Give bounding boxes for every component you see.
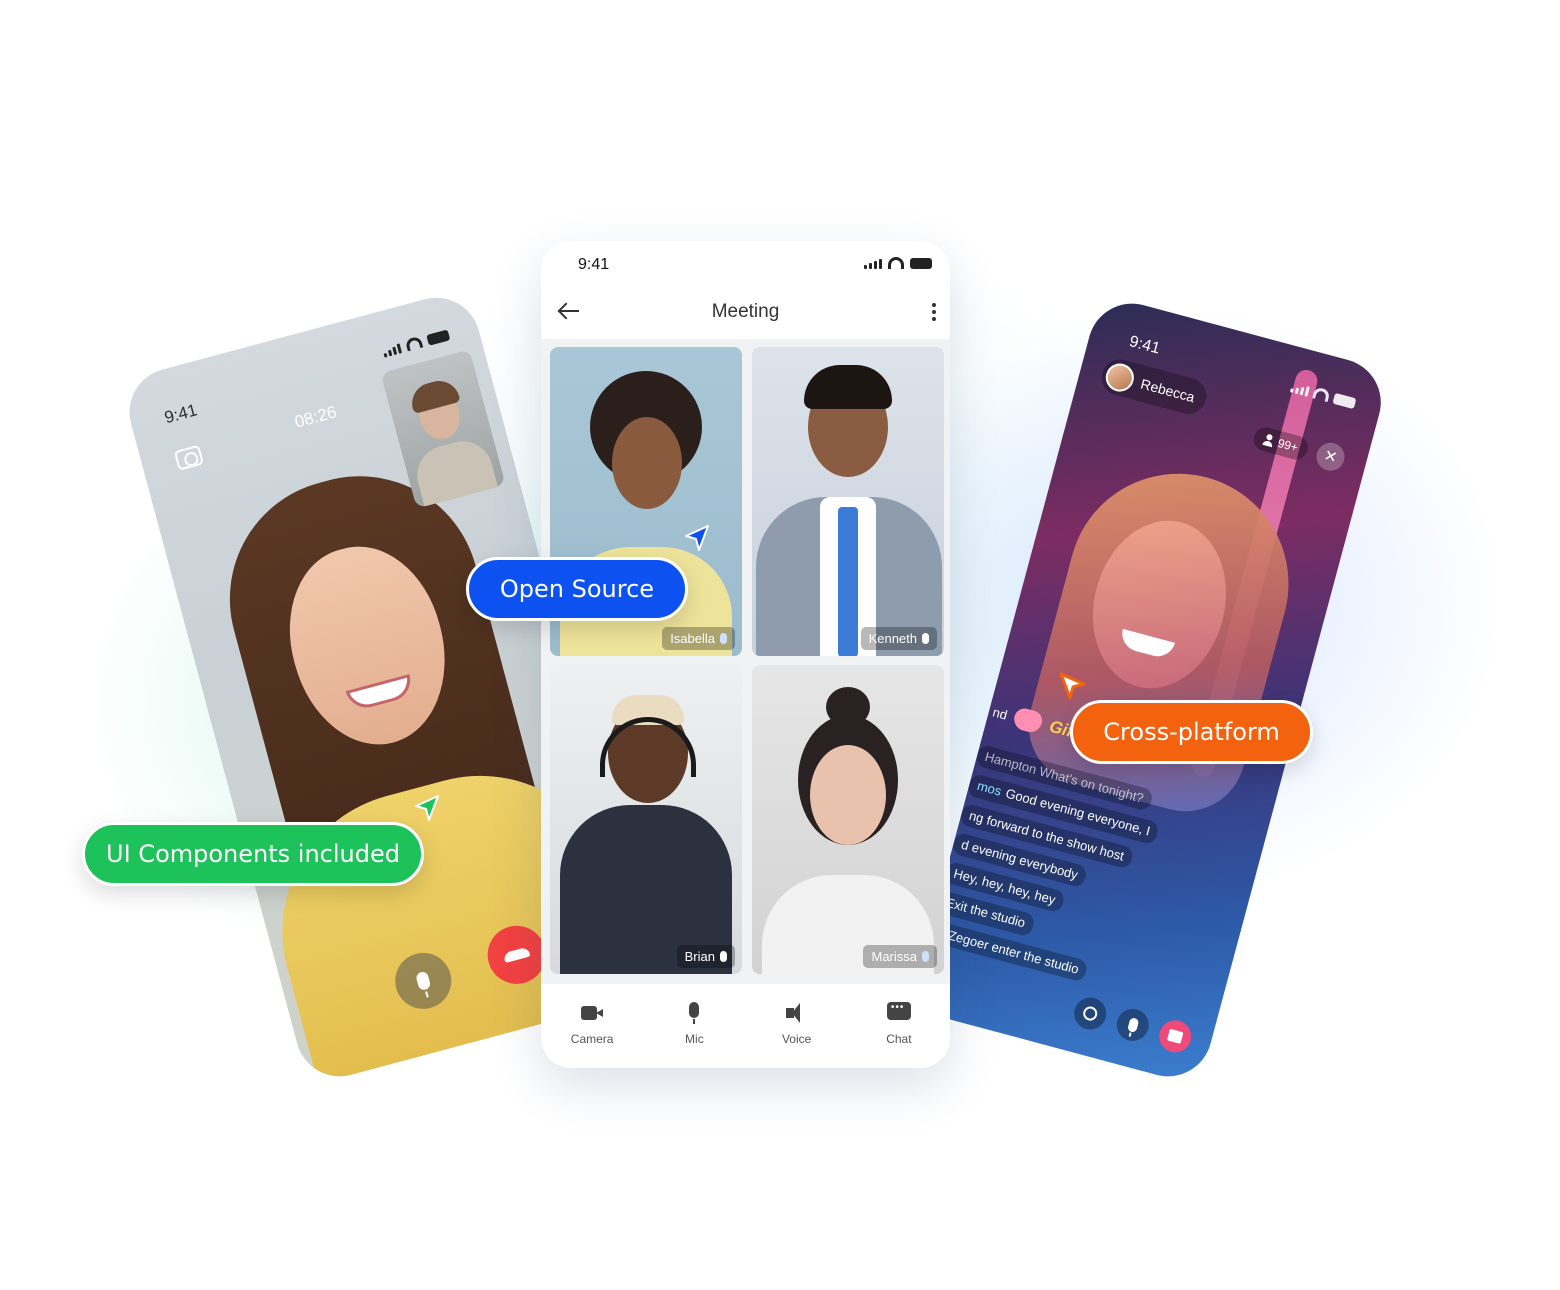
status-time: 9:41	[578, 256, 610, 273]
participant-name: Brian	[684, 949, 715, 964]
camera-button[interactable]	[1070, 993, 1110, 1034]
host-info[interactable]: Rebecca	[1097, 355, 1211, 419]
tab-voice[interactable]: Voice	[746, 984, 848, 1068]
wifi-icon	[888, 257, 904, 269]
ui-components-badge: UI Components included	[82, 822, 424, 886]
close-icon: ✕	[1321, 447, 1340, 468]
battery-icon	[1332, 392, 1357, 410]
participant-tile-kenneth[interactable]: Kenneth	[752, 347, 944, 656]
cursor-arrow-icon	[682, 524, 712, 554]
mic-on-icon	[720, 633, 727, 644]
participant-label: Kenneth	[860, 627, 937, 650]
signal-icon	[864, 259, 882, 269]
participant-label: Isabella	[662, 627, 735, 650]
mic-icon	[1126, 1017, 1139, 1033]
viewer-count: 99+	[1276, 435, 1300, 455]
camera-icon	[579, 1002, 605, 1024]
signal-icon	[382, 343, 403, 358]
gift-icon	[1166, 1028, 1184, 1044]
mic-off-icon	[720, 951, 727, 962]
cursor-arrow-icon	[1058, 672, 1088, 702]
participant-label: Marissa	[863, 945, 937, 968]
gift-button[interactable]	[1155, 1016, 1195, 1056]
tab-label: Camera	[570, 1032, 614, 1046]
wifi-icon	[1312, 386, 1331, 403]
preview-body	[410, 434, 503, 509]
tab-mic[interactable]: Mic	[643, 984, 745, 1068]
participant-face	[810, 745, 886, 845]
meeting-phone: 9:41 Meeting Isabella Kenneth Brian Mari…	[541, 241, 950, 1068]
participant-tile-brian[interactable]: Brian	[550, 665, 742, 974]
participant-name: Isabella	[670, 631, 715, 646]
page-title: Meeting	[711, 301, 780, 322]
tab-label: Voice	[781, 1032, 812, 1046]
mic-button[interactable]	[1113, 1005, 1153, 1045]
cross-platform-badge: Cross-platform	[1070, 700, 1313, 764]
battery-icon	[426, 329, 451, 346]
status-icons	[864, 257, 932, 269]
tab-camera[interactable]: Camera	[541, 984, 643, 1068]
participant-name: Kenneth	[868, 631, 917, 646]
chat-sender: mos	[975, 778, 1004, 799]
wifi-icon	[404, 335, 424, 352]
participant-face	[612, 417, 682, 509]
cursor-arrow-icon	[412, 794, 442, 824]
mic-off-icon	[922, 633, 929, 644]
gift-sender: nd	[991, 703, 1010, 723]
participant-tile-marissa[interactable]: Marissa	[752, 665, 944, 974]
battery-icon	[910, 258, 932, 269]
person-icon	[1262, 433, 1275, 447]
phone-hangup-icon	[502, 946, 531, 964]
participant-tie	[838, 507, 858, 656]
status-icons	[382, 328, 451, 358]
bottom-toolbar: Camera Mic Voice Chat	[541, 984, 950, 1068]
host-name: Rebecca	[1139, 375, 1197, 406]
chat-icon	[886, 1002, 912, 1024]
open-source-badge: Open Source	[466, 557, 688, 621]
hair-bun	[826, 687, 870, 727]
status-time: 9:41	[162, 400, 200, 428]
participant-label: Brian	[676, 945, 735, 968]
mic-icon	[415, 970, 432, 992]
status-time: 9:41	[1127, 333, 1162, 358]
tab-label: Mic	[685, 1032, 704, 1046]
participant-grid: Isabella Kenneth Brian Marissa	[541, 339, 950, 984]
tab-chat[interactable]: Chat	[848, 984, 950, 1068]
more-options-icon[interactable]	[932, 303, 936, 321]
camera-icon	[1081, 1004, 1099, 1023]
participant-hair	[804, 365, 892, 409]
mic-on-icon	[922, 951, 929, 962]
participant-name: Marissa	[871, 949, 917, 964]
mic-icon	[681, 1002, 707, 1024]
close-button[interactable]: ✕	[1313, 439, 1348, 474]
meeting-header: Meeting	[541, 289, 950, 335]
avatar	[1102, 360, 1137, 395]
speaker-icon	[784, 1002, 810, 1024]
tab-label: Chat	[886, 1032, 912, 1046]
